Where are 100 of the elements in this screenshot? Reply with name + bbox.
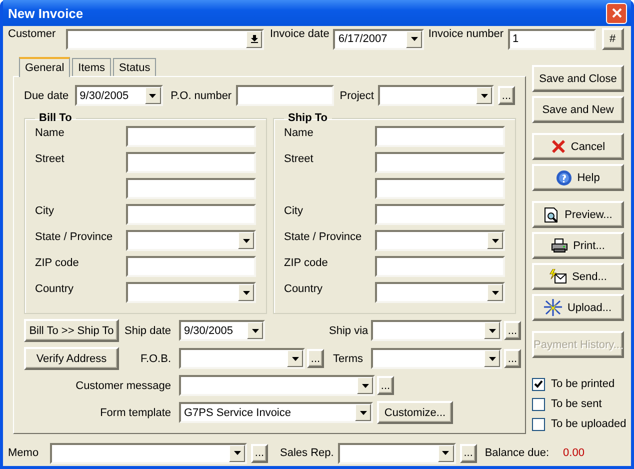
field-label: Name	[284, 126, 314, 139]
caret-icon	[252, 328, 258, 332]
dropdown-button[interactable]	[487, 232, 503, 249]
field-label: State / Province	[284, 230, 363, 243]
form-template-label: Form template	[100, 406, 172, 418]
bill-to-field[interactable]	[126, 178, 256, 199]
dropdown-button[interactable]	[476, 87, 492, 104]
browse-button[interactable]: ...	[251, 444, 268, 462]
caret-icon	[242, 238, 250, 242]
bill-to-field[interactable]	[126, 126, 256, 147]
caret-icon	[149, 94, 156, 98]
ship-to-field[interactable]	[375, 256, 505, 277]
bill-to-dropdown[interactable]	[126, 282, 256, 303]
bill-to-field[interactable]	[126, 152, 256, 173]
dropdown-button[interactable]	[357, 377, 373, 394]
action-button[interactable]: Upload...	[532, 294, 624, 321]
ship-via-label: Ship via	[329, 324, 367, 336]
field-label: City	[284, 204, 304, 217]
field-label: State / Province	[35, 230, 114, 243]
dropdown-button[interactable]	[438, 444, 454, 462]
dropdown-button[interactable]	[246, 30, 262, 48]
checkbox[interactable]	[532, 418, 545, 430]
invoice-number-field[interactable]: 1	[508, 28, 596, 50]
balance-due-label: Balance due:	[484, 447, 550, 459]
action-button[interactable]: Help	[532, 164, 624, 191]
browse-button[interactable]: ...	[504, 321, 521, 340]
bill-to-field[interactable]	[126, 204, 256, 225]
field-label: Name	[35, 126, 66, 139]
checkbox-label: To be uploaded	[551, 418, 626, 430]
customer-dropdown[interactable]	[66, 28, 264, 50]
copy-address-button[interactable]: Bill To >> Ship To	[24, 319, 119, 342]
customer-message-dropdown[interactable]	[179, 375, 375, 396]
ship-to-field[interactable]	[375, 204, 505, 225]
due-date-dropdown[interactable]: 9/30/2005	[74, 85, 163, 106]
memo-dropdown[interactable]	[50, 442, 247, 464]
close-icon	[612, 8, 622, 18]
dropdown-button[interactable]	[229, 444, 245, 462]
tab[interactable]: General	[19, 57, 70, 77]
dropdown-button[interactable]	[355, 404, 371, 421]
action-button[interactable]: Preview...	[532, 201, 624, 228]
verify-address-button[interactable]: Verify Address	[24, 347, 119, 370]
form-template-dropdown[interactable]: G7PS Service Invoice	[179, 402, 373, 423]
caret-icon	[442, 451, 450, 455]
dropdown-button[interactable]	[487, 284, 503, 301]
customer-label: Customer	[8, 28, 57, 40]
action-button[interactable]: Cancel	[532, 133, 624, 160]
x-icon	[550, 139, 566, 154]
caret-icon	[410, 37, 418, 41]
sales-rep-dropdown[interactable]	[338, 442, 456, 464]
checkbox[interactable]	[532, 378, 545, 390]
bill-to-field[interactable]	[126, 256, 256, 277]
ship-to-dropdown[interactable]	[375, 282, 505, 303]
tab[interactable]: Status	[113, 58, 156, 76]
browse-button[interactable]: ...	[307, 349, 324, 368]
dropdown-button[interactable]	[238, 284, 254, 301]
field-label: Country	[284, 282, 324, 295]
customize-button[interactable]: Customize...	[377, 401, 453, 424]
caret-icon	[488, 328, 496, 332]
dropdown-button[interactable]	[406, 30, 422, 48]
caret-icon	[480, 94, 488, 98]
action-button[interactable]: Save and Close	[532, 65, 624, 92]
project-dropdown[interactable]	[378, 85, 494, 106]
po-number-field[interactable]	[236, 85, 334, 106]
caret-icon	[242, 290, 250, 294]
invoice-date-dropdown[interactable]: 6/17/2007	[333, 28, 424, 50]
dropdown-button[interactable]	[144, 87, 161, 104]
ship-date-dropdown[interactable]: 9/30/2005	[179, 320, 265, 341]
project-label: Project	[340, 90, 374, 102]
browse-button[interactable]: ...	[498, 86, 515, 105]
terms-dropdown[interactable]	[371, 348, 502, 369]
browse-button[interactable]: ...	[377, 376, 394, 395]
down-arrow-icon	[250, 35, 258, 43]
ship-via-dropdown[interactable]	[371, 320, 502, 341]
ship-to-dropdown[interactable]	[375, 230, 505, 251]
dropdown-button[interactable]	[247, 322, 263, 339]
ship-to-field[interactable]	[375, 126, 505, 147]
caret-icon	[362, 384, 368, 388]
printer-icon	[551, 238, 568, 253]
action-button[interactable]: Send...	[532, 263, 624, 290]
action-button[interactable]: Save and New	[532, 96, 624, 123]
dropdown-button[interactable]	[238, 232, 254, 249]
ship-to-field[interactable]	[375, 178, 505, 199]
ship-to-field[interactable]	[375, 152, 505, 173]
help-icon	[556, 170, 572, 186]
tab[interactable]: Items	[72, 58, 112, 76]
checkbox[interactable]	[532, 398, 545, 410]
action-button[interactable]: Print...	[532, 232, 624, 259]
browse-button[interactable]: ...	[504, 349, 521, 368]
number-button[interactable]: #	[602, 28, 624, 50]
fob-dropdown[interactable]	[179, 348, 305, 369]
caret-icon	[492, 238, 498, 242]
dropdown-button[interactable]	[484, 322, 500, 339]
browse-button[interactable]: ...	[460, 444, 477, 462]
memo-label: Memo	[8, 447, 40, 459]
field-label: City	[35, 204, 55, 217]
bill-to-dropdown[interactable]	[126, 230, 256, 251]
caret-icon	[488, 356, 496, 360]
dropdown-button[interactable]	[484, 350, 500, 367]
dropdown-button[interactable]	[287, 350, 303, 367]
close-button[interactable]	[606, 2, 627, 24]
